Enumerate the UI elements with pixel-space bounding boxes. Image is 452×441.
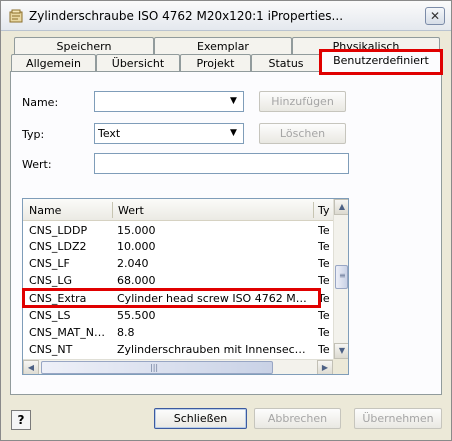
vertical-scrollbar[interactable]: ▲ ≡ ▼ — [333, 199, 348, 359]
tab-label: Speichern — [56, 40, 112, 53]
row-value: Zylinderschrauben mit Innensechskant — [117, 343, 309, 356]
tab-label: Allgemein — [26, 57, 81, 70]
close-button-label: Schließen — [173, 412, 228, 425]
row-type: Te — [318, 240, 330, 253]
tab-benutzerdefiniert[interactable]: Benutzerdefiniert — [321, 51, 441, 73]
row-name: CNS_MAT_N… — [29, 326, 106, 339]
help-icon: ? — [17, 413, 25, 427]
name-label-text: Name: — [22, 96, 59, 109]
tab-label: Übersicht — [111, 57, 165, 70]
grip-icon: ||| — [150, 363, 159, 372]
type-value: Text — [98, 127, 121, 140]
table-row[interactable]: CNS_LS 55.500 Te — [23, 308, 333, 324]
chevron-down-icon[interactable]: ▼ — [226, 126, 241, 141]
table-row[interactable]: CNS_MAT_N… 8.8 Te — [23, 325, 333, 341]
grip-icon: ≡ — [339, 271, 346, 280]
table-row[interactable]: CNS_LDDP 15.000 Te — [23, 223, 333, 239]
row-value: 68.000 — [117, 274, 156, 287]
tab-label: Status — [268, 57, 304, 70]
type-label: Typ: — [22, 128, 44, 141]
column-divider[interactable] — [112, 202, 113, 218]
tab-allgemein[interactable]: Allgemein — [11, 54, 96, 72]
scroll-left-button[interactable]: ◀ — [23, 360, 39, 374]
row-value: 15.000 — [117, 224, 156, 237]
cancel-button-label: Abbrechen — [267, 412, 328, 425]
row-name: CNS_LDZ2 — [29, 240, 87, 253]
scroll-down-button[interactable]: ▼ — [334, 343, 348, 359]
row-value: 55.500 — [117, 309, 156, 322]
row-type: Te — [318, 343, 330, 356]
list-header: Name Wert Ty — [23, 199, 333, 221]
type-label-text: Typ: — [22, 128, 45, 141]
apply-button-label: Übernehmen — [362, 412, 434, 425]
row-name: CNS_LF — [29, 257, 70, 270]
column-divider[interactable] — [313, 202, 314, 218]
row-type: Te — [318, 292, 330, 305]
type-select[interactable]: Text ▼ — [94, 123, 244, 144]
horizontal-scroll-thumb[interactable]: ||| — [41, 361, 273, 374]
row-type: Te — [318, 224, 330, 237]
tab-speichern[interactable]: Speichern — [14, 37, 154, 55]
column-header-value[interactable]: Wert — [118, 204, 144, 217]
column-header-type[interactable]: Ty — [318, 204, 330, 217]
column-header-name[interactable]: Name — [29, 204, 61, 217]
scroll-right-button[interactable]: ▶ — [317, 360, 333, 374]
add-button-label: Hinzufügen — [271, 95, 334, 108]
row-value: Cylinder head screw ISO 4762 M20x… — [117, 292, 309, 305]
row-name: CNS_LDDP — [29, 224, 88, 237]
close-window-button[interactable]: ✕ — [425, 7, 445, 25]
table-row[interactable]: CNS_LF 2.040 Te — [23, 256, 333, 272]
apply-button[interactable]: Übernehmen — [354, 408, 442, 429]
delete-button-label: Löschen — [279, 127, 326, 140]
row-value: 8.8 — [117, 326, 135, 339]
tab-label: Exemplar — [197, 40, 249, 53]
horizontal-scrollbar[interactable]: ◀ ||| ▶ — [23, 359, 333, 374]
value-label-text: Wert: — [22, 158, 52, 171]
add-button[interactable]: Hinzufügen — [259, 91, 346, 112]
row-type: Te — [318, 257, 330, 270]
table-row[interactable]: CNS_LDZ2 10.000 Te — [23, 239, 333, 255]
tab-projekt[interactable]: Projekt — [180, 54, 251, 72]
tab-status[interactable]: Status — [251, 54, 321, 72]
table-row[interactable]: CNS_NT Zylinderschrauben mit Innensechsk… — [23, 342, 333, 358]
row-value: 2.040 — [117, 257, 149, 270]
tab-label: Benutzerdefiniert — [333, 54, 429, 67]
close-icon: ✕ — [429, 9, 441, 23]
scroll-up-button[interactable]: ▲ — [334, 199, 348, 215]
cancel-button[interactable]: Abbrechen — [254, 408, 341, 429]
row-value: 10.000 — [117, 240, 156, 253]
row-type: Te — [318, 326, 330, 339]
tab-uebersicht[interactable]: Übersicht — [96, 54, 180, 72]
window-title: Zylinderschraube ISO 4762 M20x120:1 iPro… — [29, 9, 344, 23]
title-bar[interactable]: Zylinderschraube ISO 4762 M20x120:1 iPro… — [1, 1, 451, 31]
scrollbar-corner — [333, 359, 348, 374]
value-input[interactable] — [94, 153, 349, 174]
name-combobox[interactable]: ▼ — [94, 91, 244, 112]
value-label: Wert: — [22, 158, 52, 171]
delete-button[interactable]: Löschen — [259, 123, 346, 144]
table-row[interactable]: CNS_LG 68.000 Te — [23, 273, 333, 289]
row-name: CNS_LG — [29, 274, 73, 287]
row-name: CNS_LS — [29, 309, 71, 322]
tab-label: Projekt — [196, 57, 235, 70]
row-type: Te — [318, 309, 330, 322]
row-type: Te — [318, 274, 330, 287]
help-button[interactable]: ? — [11, 410, 31, 430]
row-name: CNS_NT — [29, 343, 73, 356]
vertical-scroll-thumb[interactable]: ≡ — [335, 265, 348, 289]
chevron-down-icon[interactable]: ▼ — [226, 94, 241, 109]
table-row-highlighted[interactable]: CNS_Extra Cylinder head screw ISO 4762 M… — [23, 291, 333, 307]
close-button[interactable]: Schließen — [154, 408, 247, 429]
row-name: CNS_Extra — [29, 292, 87, 305]
name-label: Name: — [22, 96, 58, 109]
iproperties-dialog: Zylinderschraube ISO 4762 M20x120:1 iPro… — [0, 0, 452, 441]
tab-exemplar[interactable]: Exemplar — [154, 37, 292, 55]
iproperties-icon — [9, 9, 23, 23]
properties-list[interactable]: Name Wert Ty CNS_LDDP 15.000 Te CNS_LDZ2… — [22, 198, 349, 375]
